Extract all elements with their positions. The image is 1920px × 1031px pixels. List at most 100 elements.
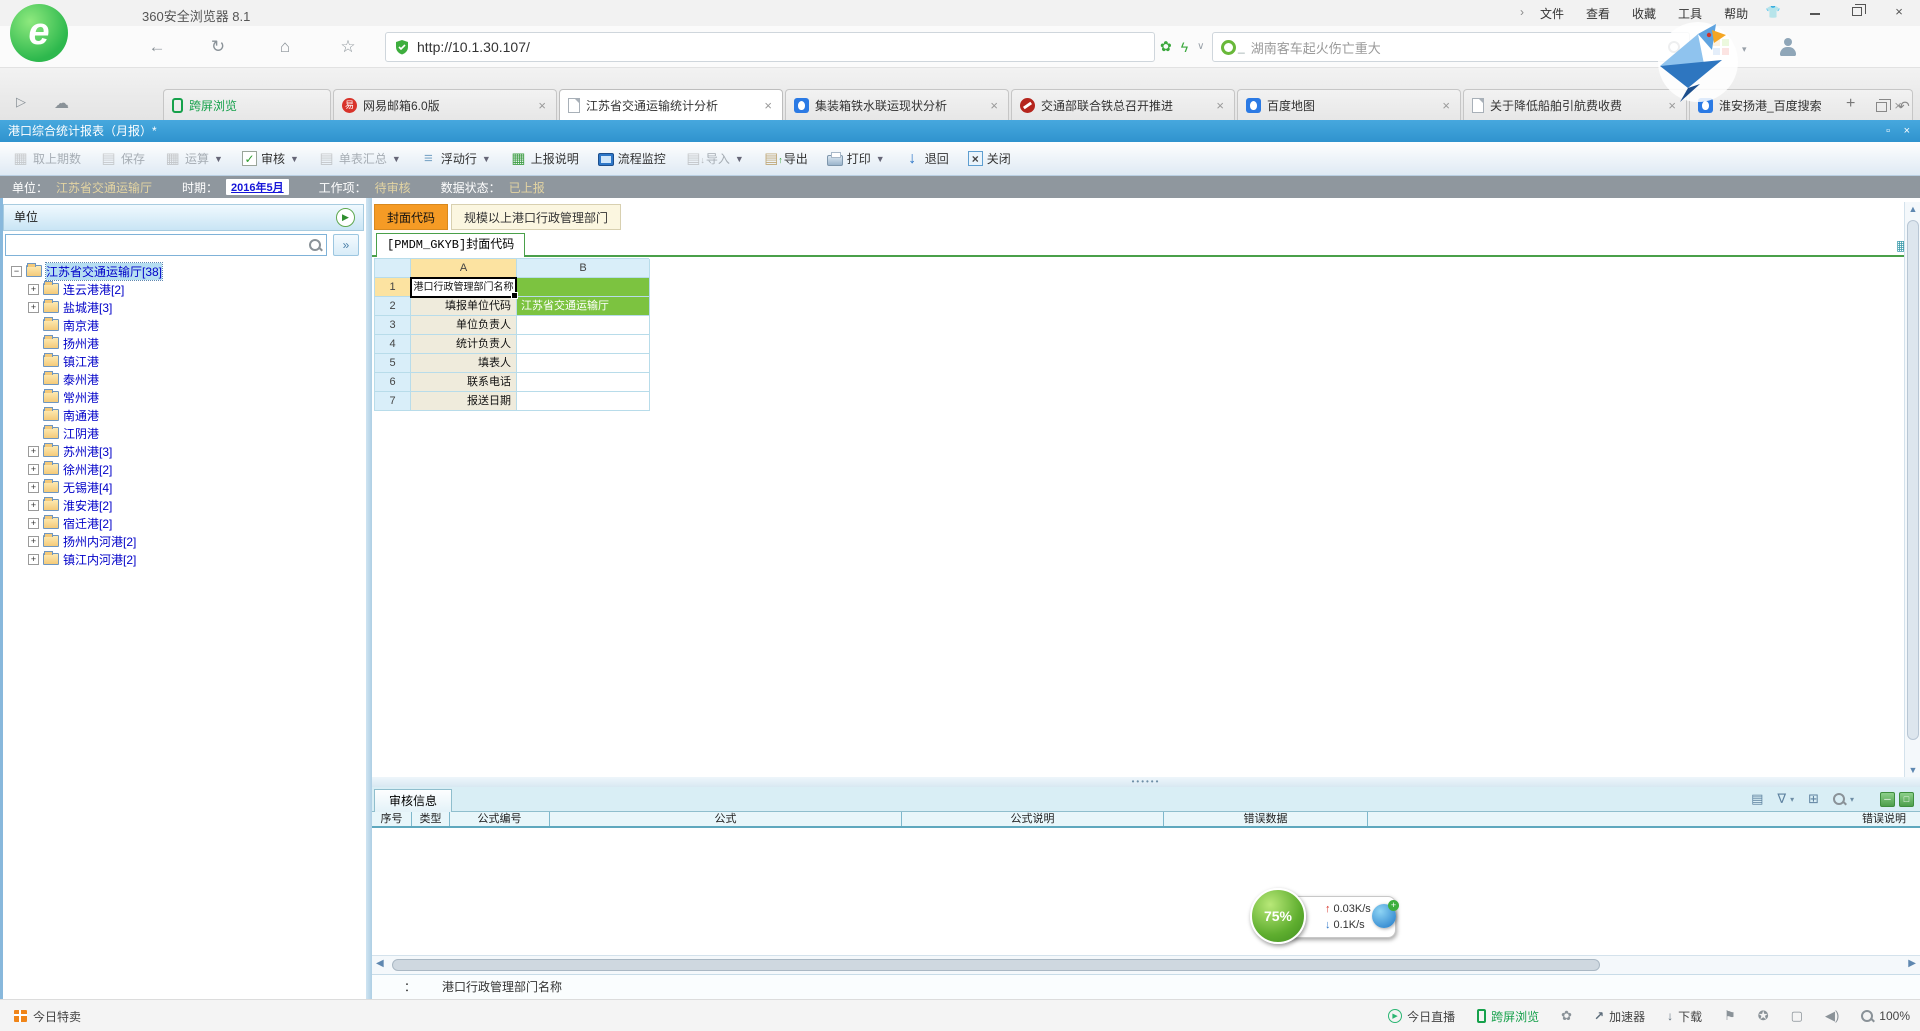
tree-item[interactable]: +扬州内河港[2] <box>5 532 363 550</box>
dropdown-arrow-icon[interactable]: ▼ <box>290 154 299 164</box>
cell-b[interactable]: 江苏省交通运输厅 <box>517 297 650 316</box>
tree-item[interactable]: +连云港港[2] <box>5 280 363 298</box>
new-tab-button[interactable]: + <box>1846 95 1855 113</box>
close-button[interactable]: × <box>1886 3 1912 21</box>
tab-close-icon[interactable]: × <box>1440 98 1452 113</box>
audit-column-header[interactable]: 错误数据 <box>1164 812 1368 826</box>
speed-ball[interactable]: 75% <box>1250 888 1306 944</box>
tab-close-icon[interactable]: × <box>1214 98 1226 113</box>
scroll-down-icon[interactable]: ▼ <box>1905 765 1920 775</box>
tab-tiles-icon[interactable] <box>1876 102 1887 112</box>
audit-column-header[interactable]: 公式说明 <box>902 812 1164 826</box>
zoom-control[interactable]: 100% <box>1861 1009 1910 1023</box>
cell-b[interactable] <box>517 373 650 392</box>
star-icon[interactable]: ☆ <box>335 34 361 60</box>
cell-b[interactable] <box>517 335 650 354</box>
cell-a[interactable]: 统计负责人 <box>411 335 517 354</box>
toolbar-button[interactable]: 关闭 <box>968 150 1011 167</box>
tree-item[interactable]: 常州港 <box>5 388 363 406</box>
expand-icon[interactable]: + <box>28 500 39 511</box>
expand-icon[interactable]: + <box>28 536 39 547</box>
row-header[interactable]: 7 <box>375 392 411 411</box>
cell-a[interactable]: 填报单位代码 <box>411 297 517 316</box>
tree-item[interactable]: 镇江港 <box>5 352 363 370</box>
row-header[interactable]: 1 <box>375 278 411 297</box>
audit-column-header[interactable]: 类型 <box>412 812 450 826</box>
daily-deals-button[interactable]: 今日特卖 <box>14 1000 81 1031</box>
browser-logo[interactable]: e <box>10 4 68 62</box>
audit-column-header[interactable]: 序号 <box>372 812 412 826</box>
vertical-scroll-thumb[interactable] <box>1907 220 1919 740</box>
cell-a[interactable]: 联系电话 <box>411 373 517 392</box>
thunder-bird-icon[interactable] <box>1642 18 1746 104</box>
pinwheel-icon[interactable]: ✿ <box>1561 1008 1572 1024</box>
dropdown-arrow-icon[interactable]: ▼ <box>392 154 401 164</box>
vertical-scrollbar[interactable]: ▲ ▼ <box>1904 202 1920 777</box>
cell-a[interactable]: 单位负责人 <box>411 316 517 335</box>
browser-tab[interactable]: 百度地图× <box>1237 89 1461 120</box>
cell-b[interactable] <box>517 354 650 373</box>
browser-tab[interactable]: 易网易邮箱6.0版× <box>333 89 557 120</box>
cloud-sync-icon[interactable]: ☁ <box>54 94 69 112</box>
toolbar-button[interactable]: 退回 <box>904 150 949 167</box>
circle-badge-icon[interactable]: ✪ <box>1758 1008 1769 1024</box>
unit-search-input[interactable] <box>5 234 327 256</box>
dropdown-arrow-icon[interactable]: ▾ <box>1850 795 1854 804</box>
speed-widget[interactable]: ↑0.03K/s ↓0.1K/s 75% <box>1250 886 1410 950</box>
dropdown-arrow-icon[interactable]: ▼ <box>735 154 744 164</box>
expand-icon[interactable]: + <box>28 482 39 493</box>
cell-a[interactable]: 填表人 <box>411 354 517 373</box>
cell-b[interactable] <box>517 392 650 411</box>
panel-minimize-icon[interactable]: ─ <box>1880 792 1895 807</box>
browser-tab[interactable]: 交通部联合铁总召开推进× <box>1011 89 1235 120</box>
report-tab[interactable]: 封面代码 <box>374 204 448 230</box>
tree-item[interactable]: +徐州港[2] <box>5 460 363 478</box>
search-expand-button[interactable]: » <box>333 234 359 256</box>
scroll-left-icon[interactable]: ◀ <box>376 958 384 969</box>
reopen-tab-icon[interactable]: ↶ <box>1898 98 1910 115</box>
browser-tab[interactable]: 跨屏浏览 <box>163 89 331 120</box>
audit-zoom-icon[interactable] <box>1833 793 1846 806</box>
minimize-button[interactable] <box>1802 3 1828 21</box>
row-header[interactable]: 3 <box>375 316 411 335</box>
skin-icon[interactable]: 👕 <box>1760 3 1786 21</box>
tree-item[interactable]: 扬州港 <box>5 334 363 352</box>
toolbar-button[interactable]: 审核▼ <box>242 150 299 167</box>
tree-item[interactable]: +无锡港[4] <box>5 478 363 496</box>
audit-export-icon[interactable]: ▤ <box>1751 791 1763 807</box>
menu-item[interactable]: 文件 <box>1540 5 1564 22</box>
scroll-up-icon[interactable]: ▲ <box>1905 204 1920 214</box>
expand-icon[interactable]: + <box>28 554 39 565</box>
browser-tab[interactable]: 江苏省交通运输统计分析× <box>559 89 783 120</box>
toolbar-button[interactable]: 打印▼ <box>827 150 885 167</box>
url-input[interactable]: http://10.1.30.107/ <box>385 32 1155 62</box>
tree-item[interactable]: −江苏省交通运输厅[38] <box>5 262 363 280</box>
tree-item[interactable]: +盐城港[3] <box>5 298 363 316</box>
expand-icon[interactable]: + <box>28 464 39 475</box>
horizontal-splitter[interactable]: •••••• <box>372 777 1920 787</box>
browser-tab[interactable]: 集装箱铁水联运现状分析× <box>785 89 1009 120</box>
audit-column-header[interactable]: 错误说明 <box>1368 812 1920 826</box>
horizontal-scroll-thumb[interactable] <box>392 959 1600 971</box>
row-header[interactable]: 5 <box>375 354 411 373</box>
audit-info-tab[interactable]: 审核信息 <box>374 789 452 812</box>
cell-a[interactable]: 港口行政管理部门名称 <box>411 278 517 297</box>
dropdown-arrow-icon[interactable]: ▾ <box>1790 795 1794 804</box>
audit-column-header[interactable]: 公式编号 <box>450 812 550 826</box>
lightning-icon[interactable]: ϟ <box>1181 39 1188 55</box>
login-user-icon[interactable] <box>1778 37 1798 57</box>
tree-item[interactable]: 泰州港 <box>5 370 363 388</box>
restore-button[interactable] <box>1844 3 1870 21</box>
tree-item[interactable]: +苏州港[3] <box>5 442 363 460</box>
period-link[interactable]: 2016年5月 <box>226 179 289 195</box>
menu-item[interactable]: 查看 <box>1586 5 1610 22</box>
app-restore-icon[interactable]: ▫ <box>1886 125 1890 137</box>
grid-corner-cell[interactable] <box>375 259 411 278</box>
tree-item[interactable]: 南京港 <box>5 316 363 334</box>
expand-icon[interactable]: + <box>28 302 39 313</box>
cell-b[interactable] <box>517 278 650 297</box>
app-close-icon[interactable]: × <box>1904 125 1910 137</box>
dropdown-arrow-icon[interactable]: ▼ <box>214 154 223 164</box>
back-icon[interactable]: ← <box>144 34 170 60</box>
tree-item[interactable]: +镇江内河港[2] <box>5 550 363 568</box>
